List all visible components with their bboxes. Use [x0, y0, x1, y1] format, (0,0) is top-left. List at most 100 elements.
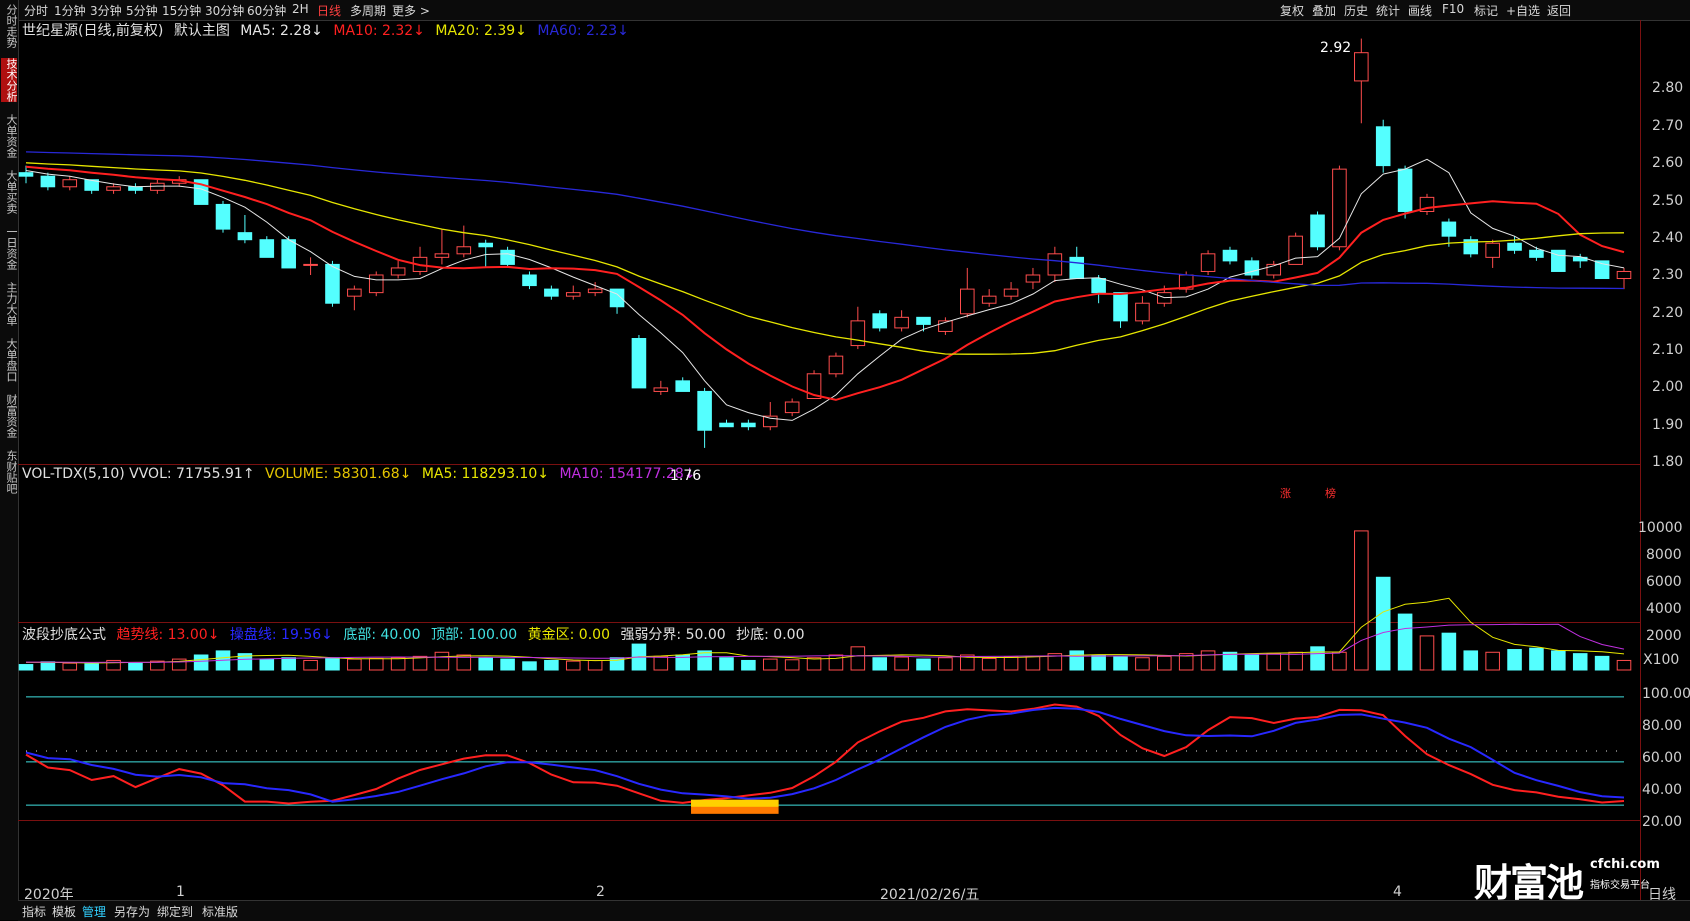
volume-bar [40, 661, 56, 671]
volume-bar [1375, 576, 1391, 671]
candle-body [1003, 288, 1019, 297]
candle-body [1332, 168, 1347, 248]
template-select[interactable]: 默认主图 [174, 23, 230, 39]
volume-bar [347, 658, 362, 671]
volume-bar [1266, 653, 1282, 671]
candle-body [1354, 52, 1369, 82]
vol-volume: VOLUME: 58301.68↓ [265, 466, 412, 482]
volume-legend: VOL-TDX(5,10) VVOL: 71755.91↑ VOLUME: 58… [22, 466, 702, 482]
candle-body [1485, 242, 1500, 258]
volume-bar [719, 657, 734, 671]
candle-body [565, 292, 581, 297]
volume-bar [1354, 530, 1369, 671]
btn-manage[interactable]: 管理 [82, 903, 106, 920]
ind-name[interactable]: 波段抄底公式 [22, 627, 106, 643]
ma10-value: MA10: 2.32↓ [333, 23, 425, 39]
volume-bar [587, 659, 603, 671]
btn-standard[interactable]: 标准版 [202, 903, 238, 920]
candle-body [259, 239, 275, 258]
volume-bar [1594, 655, 1610, 671]
candle-body [215, 203, 231, 230]
candle-body [456, 246, 472, 255]
candle-body [784, 401, 800, 414]
ind-tick: 60.00 [1642, 750, 1683, 766]
price-tick: 2.10 [1652, 342, 1684, 358]
price-tick: 1.80 [1652, 454, 1684, 470]
candle-body [1375, 126, 1391, 167]
candle-body [1222, 249, 1238, 262]
volume-bar [850, 646, 866, 671]
x-label: 1 [176, 884, 185, 900]
candle-body [1310, 214, 1325, 248]
candle-body [18, 172, 34, 177]
candle-body [325, 263, 340, 304]
ind-top: 顶部: 100.00 [431, 627, 518, 643]
main-legend: 世纪星源(日线,前复权) 默认主图 MA5: 2.28↓ MA10: 2.32↓… [22, 20, 635, 40]
candle-body [1441, 221, 1457, 237]
volume-bar [325, 657, 340, 671]
volume-bar [653, 655, 669, 671]
volume-bar [894, 656, 909, 671]
x-label: 4 [1393, 884, 1402, 900]
volume-bar [1113, 656, 1128, 671]
ind-bottom: 底部: 40.00 [343, 627, 421, 643]
volume-bar [1003, 656, 1019, 671]
volume-bar [741, 659, 756, 671]
volume-bar [1572, 653, 1588, 671]
candle-body [587, 288, 603, 294]
volume-bar [193, 654, 209, 671]
ma5-line [25, 158, 1625, 421]
volume-bar [1091, 654, 1106, 671]
indicator-legend: 波段抄底公式 趋势线: 13.00↓ 操盘线: 19.56↓ 底部: 40.00… [22, 624, 810, 644]
candle-body [1397, 168, 1413, 212]
volume-bar [565, 660, 581, 671]
vol-unit: X100 [1643, 652, 1680, 668]
btn-indicator[interactable]: 指标 [22, 903, 46, 920]
volume-bar [544, 659, 559, 671]
ind-tick: 40.00 [1642, 782, 1683, 798]
volume-bar [522, 661, 537, 671]
stock-name: 世纪星源(日线,前复权) [22, 23, 164, 39]
control-line [25, 706, 1625, 803]
vol-tick: 10000 [1638, 520, 1683, 536]
price-tick: 2.80 [1652, 80, 1684, 96]
volume-bar [806, 657, 822, 671]
candle-body [150, 182, 165, 191]
candle-body [1047, 253, 1063, 276]
candle-body [1135, 302, 1150, 322]
btn-save-as[interactable]: 另存为 [114, 903, 150, 920]
candle-body [106, 186, 121, 191]
ma60-value: MA60: 2.23↓ [537, 23, 629, 39]
volume-bar [18, 664, 34, 671]
candle-body [1091, 278, 1106, 294]
volume-bar [1463, 650, 1479, 671]
price-tick: 2.20 [1652, 305, 1684, 321]
ma20-value: MA20: 2.39↓ [435, 23, 527, 39]
volume-bar [390, 657, 406, 671]
candle-body [916, 316, 931, 325]
candle-body [522, 274, 537, 287]
candle-body [850, 320, 866, 347]
volume-bar [1485, 651, 1500, 671]
candle-body [894, 316, 909, 329]
volume-bar [1288, 651, 1303, 671]
vol-tick: 6000 [1646, 574, 1682, 590]
btn-template[interactable]: 模板 [52, 903, 76, 920]
btn-bind[interactable]: 绑定到 [157, 903, 193, 920]
volume-bar [1419, 635, 1435, 671]
price-tick: 2.50 [1652, 193, 1684, 209]
volume-bar [259, 658, 275, 671]
candle-body [1113, 292, 1128, 322]
volume-bar [784, 659, 800, 671]
mark-bang: 榜 [1325, 487, 1336, 500]
candle-body [62, 179, 78, 188]
price-tick: 2.70 [1652, 118, 1684, 134]
logo-sub: 指标交易平台 [1590, 880, 1650, 891]
candle-body [1025, 274, 1041, 283]
vol-name: VOL-TDX(5,10) VVOL: 71755.91↑ [22, 466, 255, 482]
volume-bar [938, 657, 953, 671]
vol-tick: 8000 [1646, 547, 1682, 563]
candle-body [675, 380, 690, 392]
ind-tick: 80.00 [1642, 718, 1683, 734]
kline-chart[interactable] [0, 0, 1690, 920]
